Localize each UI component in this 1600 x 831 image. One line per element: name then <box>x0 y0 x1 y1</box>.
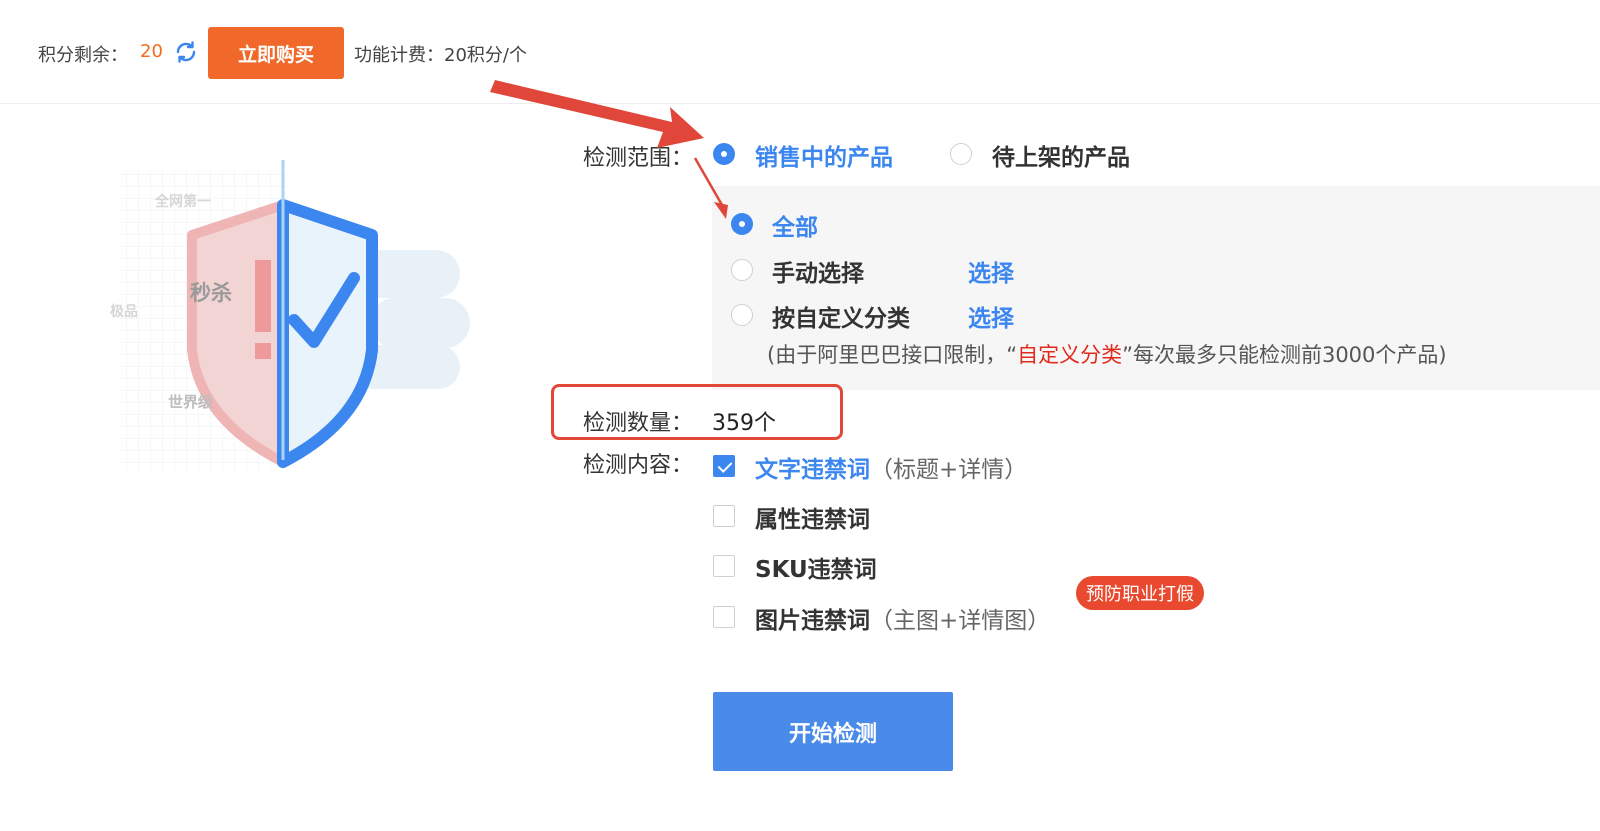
content-option-image[interactable]: 图片违禁词（主图+详情图） <box>755 601 1050 635</box>
category-select-link[interactable]: 选择 <box>968 299 1014 333</box>
scope-radio-selling[interactable] <box>713 143 735 165</box>
scope-option-pending[interactable]: 待上架的产品 <box>992 138 1130 172</box>
range-radio-category[interactable] <box>731 304 753 326</box>
top-bar: 积分剩余： 20 立即购买 功能计费：20积分/个 <box>0 0 1600 104</box>
tag-bottom: 世界级 <box>168 393 214 411</box>
content-checkbox-text[interactable] <box>713 455 735 477</box>
content-checkbox-attribute[interactable] <box>713 505 735 527</box>
content-option-sku[interactable]: SKU违禁词 <box>755 550 877 584</box>
start-check-button[interactable]: 开始检测 <box>713 692 953 771</box>
count-value: 359个 <box>712 411 776 436</box>
tag-middle: 秒杀 <box>190 281 232 305</box>
range-radio-all[interactable] <box>731 213 753 235</box>
buy-now-button[interactable]: 立即购买 <box>208 27 344 79</box>
content-checkbox-image[interactable] <box>713 606 735 628</box>
note-highlight: 自定义分类 <box>1017 343 1123 367</box>
tag-left: 极品 <box>110 303 138 319</box>
refresh-icon[interactable] <box>174 40 198 64</box>
range-note: (由于阿里巴巴接口限制，“自定义分类”每次最多只能检测前3000个产品) <box>767 343 1447 367</box>
content-checkbox-sku[interactable] <box>713 555 735 577</box>
range-option-all[interactable]: 全部 <box>772 208 818 242</box>
shield-illustration: 全网第一 秒杀 极品 世界级 <box>110 160 470 470</box>
count-label: 检测数量： <box>583 411 694 436</box>
fee-text: 功能计费：20积分/个 <box>354 45 527 66</box>
scope-option-selling[interactable]: 销售中的产品 <box>755 138 893 172</box>
tag-top: 全网第一 <box>154 193 211 209</box>
scope-radio-pending[interactable] <box>950 143 972 165</box>
range-option-category[interactable]: 按自定义分类 <box>772 299 910 333</box>
range-radio-manual[interactable] <box>731 259 753 281</box>
content-option-text[interactable]: 文字违禁词（标题+详情） <box>755 450 1027 484</box>
content-option-attribute[interactable]: 属性违禁词 <box>755 500 870 534</box>
manual-select-link[interactable]: 选择 <box>968 254 1014 288</box>
range-option-manual[interactable]: 手动选择 <box>772 254 864 288</box>
prevent-fraud-badge: 预防职业打假 <box>1076 576 1204 610</box>
content-label: 检测内容： <box>583 453 694 478</box>
points-value: 20 <box>140 41 163 62</box>
points-label: 积分剩余： <box>38 45 128 66</box>
scope-label: 检测范围： <box>583 146 694 171</box>
